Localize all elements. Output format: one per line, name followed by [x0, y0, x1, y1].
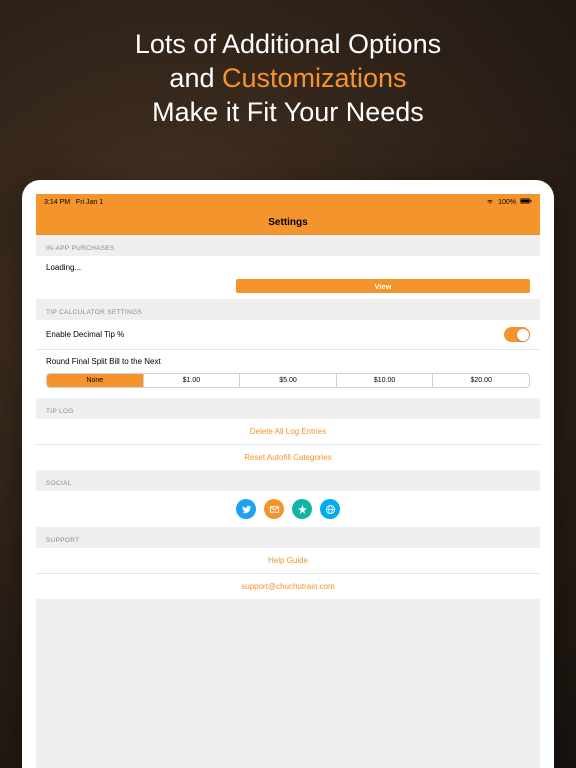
- round-segmented-control[interactable]: None $1.00 $5.00 $10.00 $20.00: [46, 373, 530, 388]
- iap-view-row: View: [36, 279, 540, 299]
- status-time: 3:14 PM: [44, 199, 70, 206]
- headline-line2a: and: [169, 63, 222, 93]
- delete-all-log-button[interactable]: Delete All Log Entries: [36, 419, 540, 445]
- status-bar: 3:14 PM Fri Jan 1 100%: [36, 194, 540, 210]
- marketing-headline: Lots of Additional Options and Customiza…: [0, 0, 576, 129]
- nav-bar: Settings: [36, 210, 540, 235]
- help-guide-label: Help Guide: [268, 556, 308, 565]
- headline-line3: Make it Fit Your Needs: [152, 97, 424, 127]
- section-header-tiplog: TIP LOG: [36, 398, 540, 419]
- seg-20[interactable]: $20.00: [433, 374, 529, 387]
- twitter-icon[interactable]: [236, 499, 256, 519]
- globe-icon[interactable]: [320, 499, 340, 519]
- view-button-label: View: [375, 282, 392, 291]
- support-email-label: support@chuchutrain.com: [241, 582, 335, 591]
- star-icon[interactable]: [292, 499, 312, 519]
- page-title: Settings: [268, 217, 307, 228]
- seg-10[interactable]: $10.00: [337, 374, 434, 387]
- delete-all-log-label: Delete All Log Entries: [250, 427, 327, 436]
- round-block: Round Final Split Bill to the Next None …: [36, 350, 540, 398]
- wifi-icon: [486, 197, 494, 207]
- reset-categories-button[interactable]: Reset Autofill Categories: [36, 445, 540, 470]
- reset-categories-label: Reset Autofill Categories: [244, 453, 332, 462]
- seg-5[interactable]: $5.00: [240, 374, 337, 387]
- app-store-screenshot: Lots of Additional Options and Customiza…: [0, 0, 576, 768]
- social-row: [36, 491, 540, 527]
- seg-none[interactable]: None: [47, 374, 144, 387]
- enable-decimal-label: Enable Decimal Tip %: [46, 330, 124, 339]
- status-date: Fri Jan 1: [76, 199, 103, 206]
- status-right: 100%: [486, 197, 532, 207]
- enable-decimal-row: Enable Decimal Tip %: [36, 320, 540, 350]
- round-label: Round Final Split Bill to the Next: [46, 357, 161, 366]
- mail-icon[interactable]: [264, 499, 284, 519]
- iap-loading-text: Loading...: [46, 263, 81, 272]
- section-header-social: SOCIAL: [36, 470, 540, 491]
- status-left: 3:14 PM Fri Jan 1: [44, 199, 103, 206]
- ipad-screen: 3:14 PM Fri Jan 1 100% Setting: [36, 194, 540, 768]
- enable-decimal-toggle[interactable]: [504, 327, 530, 342]
- section-header-support: SUPPORT: [36, 527, 540, 548]
- ipad-bezel: 3:14 PM Fri Jan 1 100% Setting: [22, 180, 554, 768]
- view-button[interactable]: View: [236, 279, 530, 293]
- ipad-frame: 3:14 PM Fri Jan 1 100% Setting: [22, 180, 554, 768]
- headline-accent: Customizations: [222, 63, 407, 93]
- section-header-calc: TIP CALCULATOR SETTINGS: [36, 299, 540, 320]
- section-header-iap: IN-APP PURCHASES: [36, 235, 540, 256]
- battery-percent: 100%: [498, 199, 516, 206]
- round-label-row: Round Final Split Bill to the Next: [36, 350, 540, 368]
- help-guide-button[interactable]: Help Guide: [36, 548, 540, 574]
- seg-1[interactable]: $1.00: [144, 374, 241, 387]
- iap-loading-row: Loading...: [36, 256, 540, 279]
- support-email-button[interactable]: support@chuchutrain.com: [36, 574, 540, 599]
- headline-line1: Lots of Additional Options: [135, 29, 441, 59]
- iap-block: Loading... View: [36, 256, 540, 299]
- battery-icon: [520, 198, 532, 206]
